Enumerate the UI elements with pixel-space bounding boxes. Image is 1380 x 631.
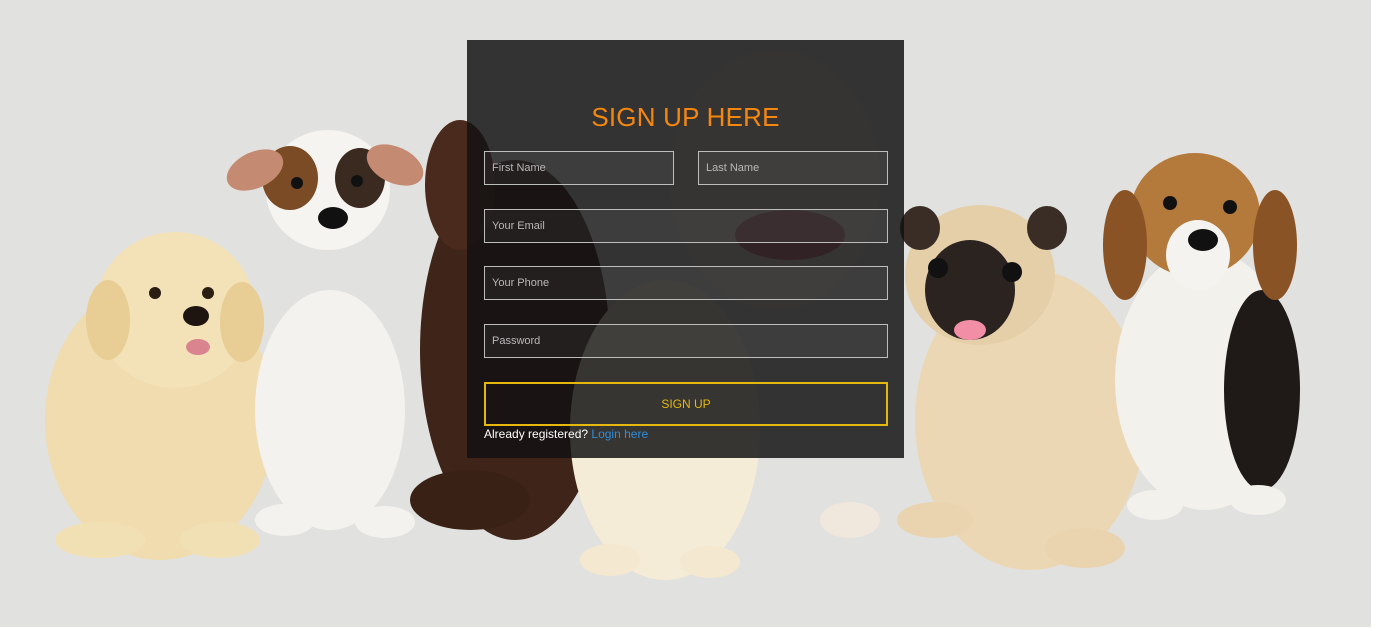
last-name-input[interactable] <box>698 151 888 185</box>
signup-button[interactable]: SIGN UP <box>484 382 888 426</box>
email-input[interactable] <box>484 209 888 243</box>
login-link[interactable]: Login here <box>591 427 648 441</box>
golden-puppy-illustration <box>45 232 275 560</box>
login-prompt: Already registered? Login here <box>484 427 648 441</box>
phone-input[interactable] <box>484 266 888 300</box>
password-input[interactable] <box>484 324 888 358</box>
first-name-input[interactable] <box>484 151 674 185</box>
already-registered-text: Already registered? <box>484 427 589 441</box>
form-title: SIGN UP HERE <box>591 102 780 132</box>
